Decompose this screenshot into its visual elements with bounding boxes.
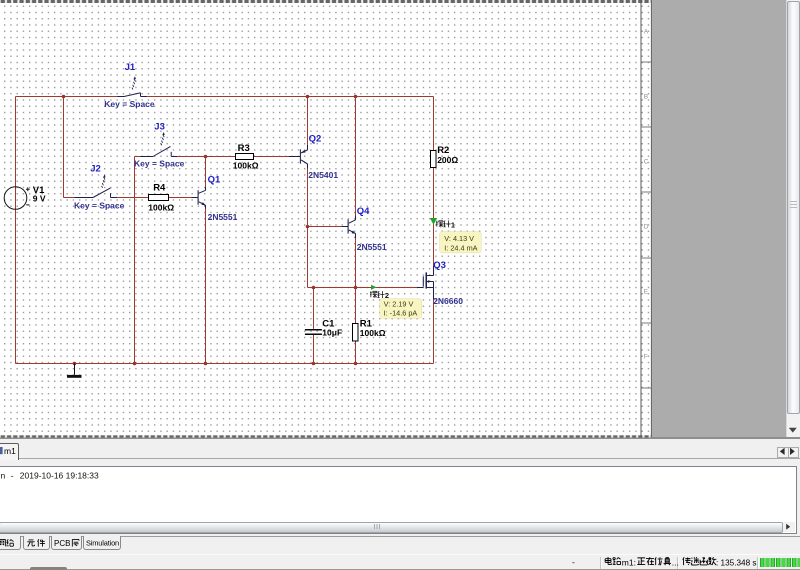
svg-text:-: - (11, 470, 14, 480)
svg-text:100kΩ: 100kΩ (233, 160, 259, 170)
svg-text:Key = Space: Key = Space (134, 158, 185, 168)
svg-text:R3: R3 (238, 143, 250, 154)
svg-text:m1:: m1: (622, 557, 636, 567)
svg-text:1: 1 (451, 220, 455, 229)
svg-text:-: - (572, 557, 575, 567)
svg-text:E: E (644, 289, 649, 296)
svg-text:A: A (644, 29, 649, 36)
svg-text:2N5551: 2N5551 (357, 242, 387, 252)
svg-text:2N6660: 2N6660 (433, 296, 463, 306)
svg-text:J3: J3 (154, 121, 165, 132)
svg-text:Key = Space: Key = Space (104, 99, 155, 109)
svg-text:I: -14.6 pA: I: -14.6 pA (384, 308, 418, 317)
svg-text:Q2: Q2 (309, 134, 322, 145)
svg-text:2: 2 (385, 291, 389, 300)
svg-text:D: D (644, 224, 649, 231)
svg-text:V: 2.19 V: V: 2.19 V (384, 300, 414, 309)
svg-text:m1: m1 (4, 446, 16, 456)
svg-text:9 V: 9 V (33, 193, 46, 203)
svg-text:2N5401: 2N5401 (308, 170, 338, 180)
svg-text:B: B (644, 94, 648, 101)
svg-text:Simulation: Simulation (86, 539, 119, 548)
svg-text:...: ... (672, 557, 679, 567)
svg-text:V: 4.13 V: V: 4.13 V (444, 234, 474, 243)
svg-text:: 135.348 s: : 135.348 s (716, 558, 757, 567)
svg-text:100kΩ: 100kΩ (148, 203, 174, 213)
svg-text:2N5551: 2N5551 (208, 212, 238, 222)
svg-text:J2: J2 (90, 164, 101, 175)
svg-text:PCB: PCB (54, 539, 70, 548)
svg-text:Key = Space: Key = Space (74, 201, 125, 211)
svg-text:n: n (1, 470, 6, 480)
svg-text:F: F (644, 354, 648, 361)
svg-text:Q1: Q1 (208, 175, 221, 186)
svg-text:J1: J1 (125, 62, 136, 73)
svg-text:Q3: Q3 (433, 260, 446, 271)
svg-text:10μF: 10μF (322, 327, 342, 337)
svg-text:100kΩ: 100kΩ (360, 328, 386, 338)
svg-text:2019-10-16 19:18:33: 2019-10-16 19:18:33 (20, 470, 99, 480)
svg-text:I: 24.4 mA: I: 24.4 mA (444, 243, 477, 252)
svg-text:200Ω: 200Ω (437, 155, 458, 165)
svg-text:C: C (644, 159, 649, 166)
svg-text:R4: R4 (153, 183, 166, 194)
svg-text:Q4: Q4 (357, 206, 370, 217)
